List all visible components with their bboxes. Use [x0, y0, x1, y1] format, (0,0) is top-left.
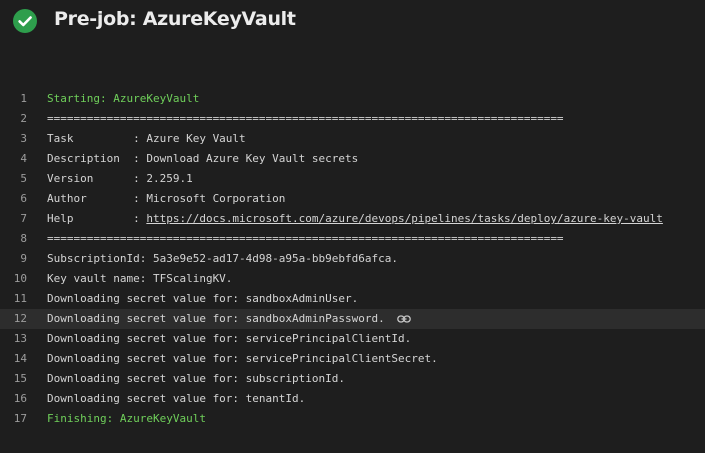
- log-line[interactable]: 13 Downloading secret value for: service…: [0, 329, 705, 349]
- line-text: Downloading secret value for: servicePri…: [47, 352, 438, 365]
- job-header: Pre-job: AzureKeyVault: [0, 0, 705, 44]
- line-text: ========================================…: [47, 232, 564, 245]
- log-line[interactable]: 16 Downloading secret value for: tenantI…: [0, 389, 705, 409]
- line-number: 13: [13, 332, 27, 345]
- log-line-hovered[interactable]: 12 Downloading secret value for: sandbox…: [0, 309, 705, 329]
- line-text: Finishing: AzureKeyVault: [47, 412, 206, 425]
- log-line[interactable]: 15 Downloading secret value for: subscri…: [0, 369, 705, 389]
- line-text: Downloading secret value for: sandboxAdm…: [47, 309, 411, 329]
- log-line[interactable]: 4 Description : Download Azure Key Vault…: [0, 149, 705, 169]
- line-text: SubscriptionId: 5a3e9e52-ad17-4d98-a95a-…: [47, 252, 398, 265]
- log-line[interactable]: 11 Downloading secret value for: sandbox…: [0, 289, 705, 309]
- line-text: Downloading secret value for: subscripti…: [47, 372, 346, 385]
- line-number: 3: [20, 132, 27, 145]
- link-icon[interactable]: [396, 314, 411, 324]
- log-line[interactable]: 6 Author : Microsoft Corporation: [0, 189, 705, 209]
- log-line[interactable]: 14 Downloading secret value for: service…: [0, 349, 705, 369]
- line-number: 12: [13, 312, 27, 325]
- log-line[interactable]: 9 SubscriptionId: 5a3e9e52-ad17-4d98-a95…: [0, 249, 705, 269]
- log-line[interactable]: 10 Key vault name: TFScalingKV.: [0, 269, 705, 289]
- line-number: 5: [20, 172, 27, 185]
- log-line[interactable]: 7 Help : https://docs.microsoft.com/azur…: [0, 209, 705, 229]
- log-line[interactable]: 3 Task : Azure Key Vault: [0, 129, 705, 149]
- log-line[interactable]: 17 Finishing: AzureKeyVault: [0, 409, 705, 429]
- page-title: Pre-job: AzureKeyVault: [54, 8, 296, 30]
- line-text: Downloading secret value for: sandboxAdm…: [47, 292, 359, 305]
- line-number: 9: [20, 252, 27, 265]
- line-number: 8: [20, 232, 27, 245]
- line-content: Downloading secret value for: sandboxAdm…: [47, 312, 385, 325]
- log-output: 1 Starting: AzureKeyVault 2 ============…: [0, 89, 705, 429]
- help-link[interactable]: https://docs.microsoft.com/azure/devops/…: [146, 212, 663, 225]
- line-number: 7: [20, 212, 27, 225]
- line-text: Downloading secret value for: tenantId.: [47, 392, 306, 405]
- line-number: 4: [20, 152, 27, 165]
- line-number: 6: [20, 192, 27, 205]
- line-text: ========================================…: [47, 112, 564, 125]
- line-number: 1: [20, 92, 27, 105]
- log-line[interactable]: 2 ======================================…: [0, 109, 705, 129]
- line-text: Help : https://docs.microsoft.com/azure/…: [47, 209, 663, 229]
- line-text: Downloading secret value for: servicePri…: [47, 332, 412, 345]
- line-number: 14: [13, 352, 27, 365]
- line-number: 15: [13, 372, 27, 385]
- log-line[interactable]: 8 ======================================…: [0, 229, 705, 249]
- line-text: Description : Download Azure Key Vault s…: [47, 152, 359, 165]
- log-viewer: Pre-job: AzureKeyVault 1 Starting: Azure…: [0, 0, 705, 453]
- log-line[interactable]: 5 Version : 2.259.1: [0, 169, 705, 189]
- line-text: Starting: AzureKeyVault: [47, 92, 200, 105]
- line-number: 11: [13, 292, 27, 305]
- line-number: 10: [13, 272, 27, 285]
- line-text: Task : Azure Key Vault: [47, 132, 246, 145]
- line-text: Author : Microsoft Corporation: [47, 192, 286, 205]
- log-line[interactable]: 1 Starting: AzureKeyVault: [0, 89, 705, 109]
- line-text: Version : 2.259.1: [47, 172, 193, 185]
- line-text: Key vault name: TFScalingKV.: [47, 272, 233, 285]
- line-number: 16: [13, 392, 27, 405]
- line-number: 17: [13, 412, 27, 425]
- help-label: Help :: [47, 212, 147, 225]
- line-number: 2: [20, 112, 27, 125]
- check-circle-icon: [13, 9, 37, 33]
